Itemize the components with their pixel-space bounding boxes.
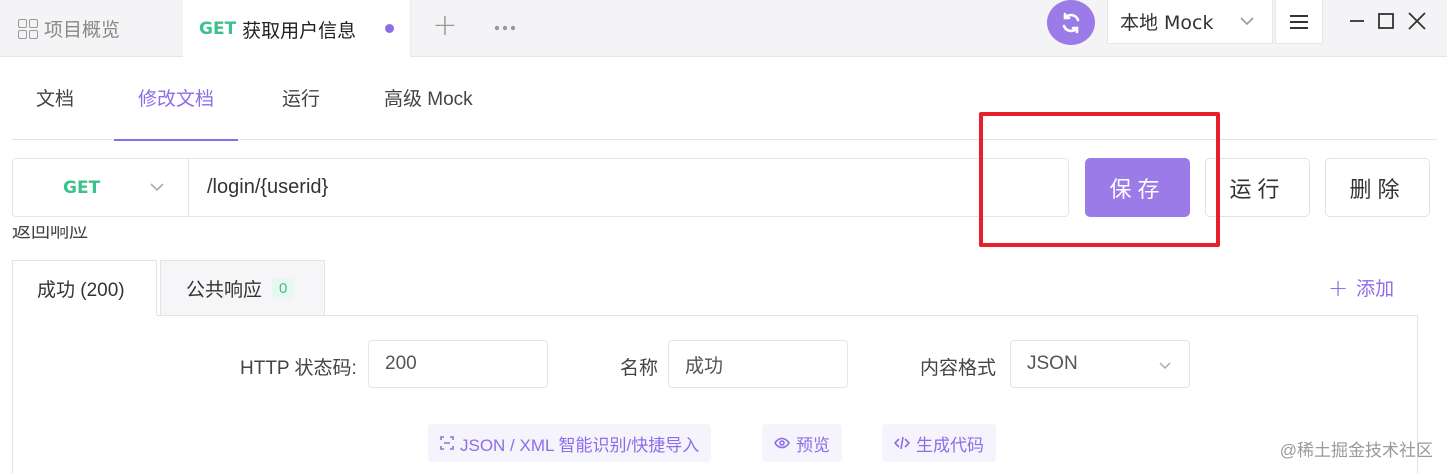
maximize-icon — [1378, 13, 1394, 29]
smart-import-button[interactable]: JSON / XML 智能识别/快捷导入 — [428, 424, 712, 462]
more-icon — [494, 25, 516, 31]
subtab-doc[interactable]: 文档 — [36, 58, 74, 140]
delete-button[interactable]: 删除 — [1325, 158, 1430, 217]
tab-project-overview[interactable]: 项目概览 — [0, 0, 180, 57]
close-icon — [1408, 12, 1426, 30]
tab-common-response-label: 公共响应 — [186, 279, 263, 301]
preview-label: 预览 — [796, 435, 830, 455]
eye-icon — [774, 437, 790, 449]
tab-project-overview-label: 项目概览 — [44, 19, 121, 41]
minimize-button[interactable] — [1344, 8, 1370, 34]
name-value: 成功 — [685, 355, 724, 377]
method-select[interactable]: GET — [12, 158, 189, 217]
content-format-select[interactable]: JSON — [1010, 340, 1190, 388]
subtab-run[interactable]: 运行 — [282, 58, 320, 140]
unsaved-dot-icon — [385, 24, 394, 33]
sync-icon — [1062, 12, 1080, 33]
subtab-edit-doc[interactable]: 修改文档 — [113, 58, 239, 141]
doc-subtabs: 文档 修改文档 运行 高级 Mock — [12, 58, 1437, 141]
name-input[interactable]: 成功 — [668, 340, 848, 388]
status-code-value: 200 — [385, 353, 417, 374]
sync-button[interactable] — [1047, 0, 1095, 45]
path-value: /login/{userid} — [207, 176, 329, 198]
close-window-button[interactable] — [1404, 8, 1430, 34]
tab-get-user-info[interactable]: GET 获取用户信息 — [183, 0, 411, 58]
chevron-down-icon — [150, 183, 164, 192]
new-tab-button[interactable]: + — [428, 10, 462, 44]
run-button[interactable]: 运行 — [1205, 158, 1310, 217]
chevron-down-icon — [1240, 17, 1254, 26]
top-tab-bar: 项目概览 GET 获取用户信息 + 本地 Mock — [0, 0, 1447, 58]
menu-icon — [1290, 14, 1308, 29]
tab-method-badge: GET — [199, 19, 237, 39]
add-response-button[interactable]: + 添加 — [1328, 274, 1394, 301]
annotation-highlight-box — [979, 112, 1220, 247]
more-tabs-button[interactable] — [488, 10, 522, 44]
tab-common-response[interactable]: 公共响应 0 — [160, 260, 325, 316]
preview-button[interactable]: 预览 — [762, 424, 842, 462]
code-icon — [894, 436, 910, 450]
scan-icon — [440, 436, 454, 450]
status-code-label: HTTP 状态码: — [240, 358, 357, 379]
response-panel — [12, 315, 1418, 474]
add-response-label: 添加 — [1356, 278, 1395, 300]
tab-response-success[interactable]: 成功 (200) — [12, 260, 157, 316]
subtab-advanced-mock[interactable]: 高级 Mock — [384, 58, 473, 140]
name-label: 名称 — [620, 358, 659, 379]
minimize-icon — [1350, 20, 1364, 22]
count-badge: 0 — [272, 277, 295, 299]
mock-env-select[interactable]: 本地 Mock — [1107, 0, 1273, 44]
tab-response-success-label: 成功 (200) — [37, 279, 125, 301]
response-section-title-text: 返回响应 — [12, 226, 89, 240]
mock-env-value: 本地 Mock — [1120, 12, 1214, 34]
plus-icon: + — [1328, 273, 1349, 302]
status-code-input[interactable]: 200 — [368, 340, 548, 388]
response-section-title: 返回响应 — [12, 226, 212, 240]
menu-button[interactable] — [1275, 0, 1323, 44]
path-input[interactable]: /login/{userid} — [188, 158, 1069, 217]
maximize-button[interactable] — [1373, 8, 1399, 34]
tab-title: 获取用户信息 — [242, 19, 357, 42]
watermark: @稀土掘金技术社区 — [1279, 441, 1433, 460]
generate-code-button[interactable]: 生成代码 — [882, 424, 996, 462]
generate-code-label: 生成代码 — [916, 435, 984, 455]
content-format-label: 内容格式 — [920, 358, 997, 379]
smart-import-label: JSON / XML 智能识别/快捷导入 — [460, 435, 700, 455]
chevron-down-icon — [1159, 362, 1171, 370]
content-format-value: JSON — [1027, 353, 1078, 374]
grid-icon — [18, 18, 38, 39]
method-value: GET — [63, 177, 101, 198]
